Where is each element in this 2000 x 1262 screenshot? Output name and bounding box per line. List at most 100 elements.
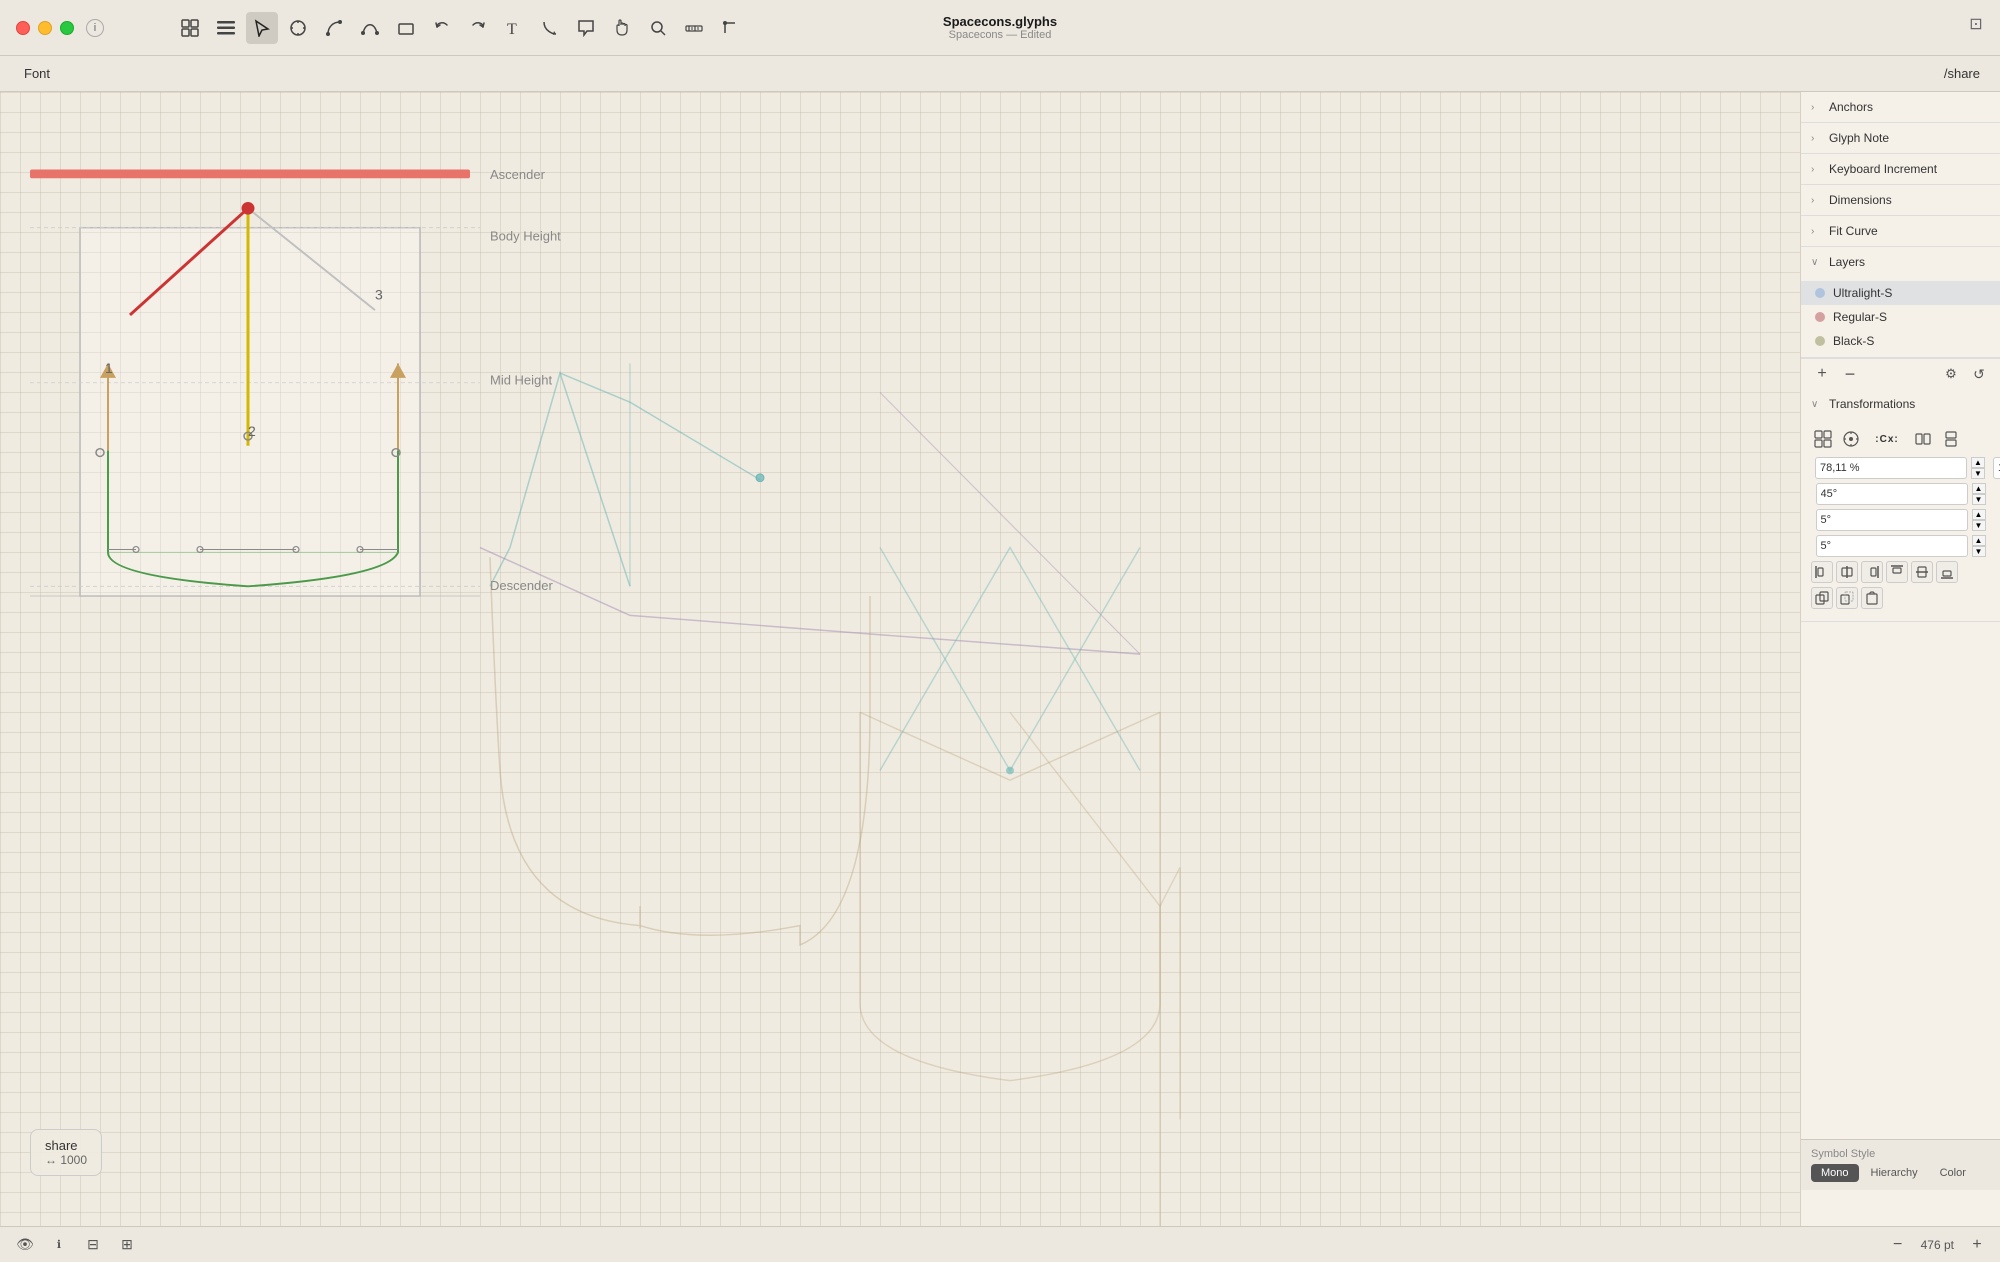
curve-tool-button[interactable] <box>354 12 386 44</box>
transform-slant2-row: 5° ▲ ▼ <box>1811 535 1990 557</box>
point-label-1: 1 <box>105 361 113 376</box>
remove-layer-button[interactable]: − <box>1839 363 1861 385</box>
rotate-down[interactable]: ▼ <box>1972 494 1986 505</box>
comment-button[interactable] <box>570 12 602 44</box>
zoom-tool-button[interactable] <box>642 12 674 44</box>
zoom-level: 476 pt <box>1921 1238 1954 1252</box>
grid-view-button[interactable] <box>174 12 206 44</box>
copy-button-1[interactable] <box>1811 587 1833 609</box>
scale-y-input[interactable]: 110 % <box>1993 457 2000 479</box>
glyph-note-header[interactable]: › Glyph Note <box>1801 123 2000 153</box>
transformations-header[interactable]: ∨ Transformations <box>1801 389 2000 419</box>
ghost-cross-1 <box>880 548 1140 771</box>
right-panel: › Anchors › Glyph Note › Keyboard Increm… <box>1800 92 2000 1226</box>
pointer-tool-button[interactable] <box>246 12 278 44</box>
scale-x-up[interactable]: ▲ <box>1971 457 1985 468</box>
paste-button[interactable] <box>1861 587 1883 609</box>
rotate-input[interactable]: 45° <box>1816 483 1968 505</box>
transform-vert-button[interactable] <box>1939 427 1963 451</box>
keyboard-increment-header[interactable]: › Keyboard Increment <box>1801 154 2000 184</box>
color-tab[interactable]: Color <box>1930 1164 1976 1182</box>
layers-toolbar: + − ⚙ ↺ <box>1801 358 2000 389</box>
columns-button[interactable]: ⊟ <box>80 1232 106 1258</box>
symbol-style-title: Symbol Style <box>1811 1148 1990 1160</box>
slant2-up[interactable]: ▲ <box>1972 535 1986 546</box>
zoom-in-button[interactable]: + <box>1966 1234 1988 1256</box>
info-button[interactable]: i <box>86 19 104 37</box>
scale-x-down[interactable]: ▼ <box>1971 468 1985 479</box>
minimize-button[interactable] <box>38 21 52 35</box>
copy-button-2[interactable] <box>1836 587 1858 609</box>
bottom-bar: 👁 ℹ ⊟ ⊞ − 476 pt + <box>0 1226 2000 1262</box>
slant1-up[interactable]: ▲ <box>1972 509 1986 520</box>
slant1-down[interactable]: ▼ <box>1972 520 1986 531</box>
grid-button[interactable]: ⊞ <box>114 1232 140 1258</box>
arrow-curve-button[interactable] <box>534 12 566 44</box>
scale-x-input[interactable]: 78,11 % <box>1815 457 1967 479</box>
scale-x-stepper: ▲ ▼ <box>1971 457 1985 479</box>
text-tool-button[interactable]: T <box>498 12 530 44</box>
rotate-up[interactable]: ▲ <box>1972 483 1986 494</box>
ghost-cross-2 <box>880 548 1140 771</box>
anchors-header[interactable]: › Anchors <box>1801 92 2000 122</box>
hand-tool-button[interactable] <box>606 12 638 44</box>
eye-button[interactable]: 👁 <box>12 1232 38 1258</box>
mono-tab[interactable]: Mono <box>1811 1164 1859 1182</box>
path-tool-button[interactable] <box>318 12 350 44</box>
slant2-input[interactable]: 5° <box>1816 535 1968 557</box>
add-layer-button[interactable]: + <box>1811 363 1833 385</box>
oval-tool-button[interactable] <box>282 12 314 44</box>
slant2-left-icon <box>1811 537 1812 555</box>
layer-black[interactable]: Black-S <box>1801 329 2000 353</box>
zoom-out-button[interactable]: − <box>1887 1234 1909 1256</box>
symbol-style-section: Symbol Style Mono Hierarchy Color <box>1801 1139 2000 1190</box>
measure-tool-button[interactable] <box>678 12 710 44</box>
dimensions-header[interactable]: › Dimensions <box>1801 185 2000 215</box>
undo-button[interactable] <box>426 12 458 44</box>
align-right-button[interactable] <box>1861 561 1883 583</box>
ghost-u-shape <box>490 557 870 945</box>
info-panel-button[interactable]: ℹ <box>46 1232 72 1258</box>
transform-copy-row <box>1811 587 1990 609</box>
align-left-button[interactable] <box>1811 561 1833 583</box>
maximize-button[interactable] <box>60 21 74 35</box>
layer-name-regular: Regular-S <box>1833 310 1887 324</box>
close-button[interactable] <box>16 21 30 35</box>
slant2-down[interactable]: ▼ <box>1972 546 1986 557</box>
corner-tool-button[interactable] <box>714 12 746 44</box>
align-top-button[interactable] <box>1886 561 1908 583</box>
layer-dot-ultralight <box>1815 288 1825 298</box>
titlebar: i Spacecons.glyphs Spacecons — Edited <box>0 0 2000 56</box>
transform-distribute-button[interactable] <box>1811 427 1835 451</box>
layer-settings-button[interactable]: ⚙ <box>1940 363 1962 385</box>
layer-name-black: Black-S <box>1833 334 1874 348</box>
share-name: share <box>45 1138 87 1153</box>
transform-center-button[interactable] <box>1839 427 1863 451</box>
rotate-left-icon <box>1811 485 1812 503</box>
fit-curve-header[interactable]: › Fit Curve <box>1801 216 2000 246</box>
redo-button[interactable] <box>462 12 494 44</box>
anchors-section: › Anchors <box>1801 92 2000 123</box>
point-label-3: 3 <box>375 288 383 303</box>
slant1-input[interactable]: 5° <box>1816 509 1968 531</box>
layers-list: Ultralight-S Regular-S Black-S <box>1801 277 2000 357</box>
transformations-section: ∨ Transformations <box>1801 389 2000 622</box>
rotate-stepper: ▲ ▼ <box>1972 483 1986 505</box>
layer-regular[interactable]: Regular-S <box>1801 305 2000 329</box>
align-bottom-button[interactable] <box>1936 561 1958 583</box>
font-menu[interactable]: Font <box>16 62 58 85</box>
layer-ultralight[interactable]: Ultralight-S <box>1801 281 2000 305</box>
rectangle-tool-button[interactable] <box>390 12 422 44</box>
transform-cx-button[interactable]: :Cx: <box>1867 427 1907 451</box>
align-center-v-button[interactable] <box>1911 561 1933 583</box>
hierarchy-tab[interactable]: Hierarchy <box>1861 1164 1928 1182</box>
layer-refresh-button[interactable]: ↺ <box>1968 363 1990 385</box>
list-view-button[interactable] <box>210 12 242 44</box>
glyph-bounding-box <box>80 228 420 596</box>
rotate-right-icon <box>1990 485 1991 503</box>
share-path: /share <box>1944 66 1980 81</box>
layers-header[interactable]: ∨ Layers <box>1801 247 2000 277</box>
align-center-h-button[interactable] <box>1836 561 1858 583</box>
transform-horiz-button[interactable] <box>1911 427 1935 451</box>
expand-button[interactable]: ⊡ <box>1962 10 1990 38</box>
